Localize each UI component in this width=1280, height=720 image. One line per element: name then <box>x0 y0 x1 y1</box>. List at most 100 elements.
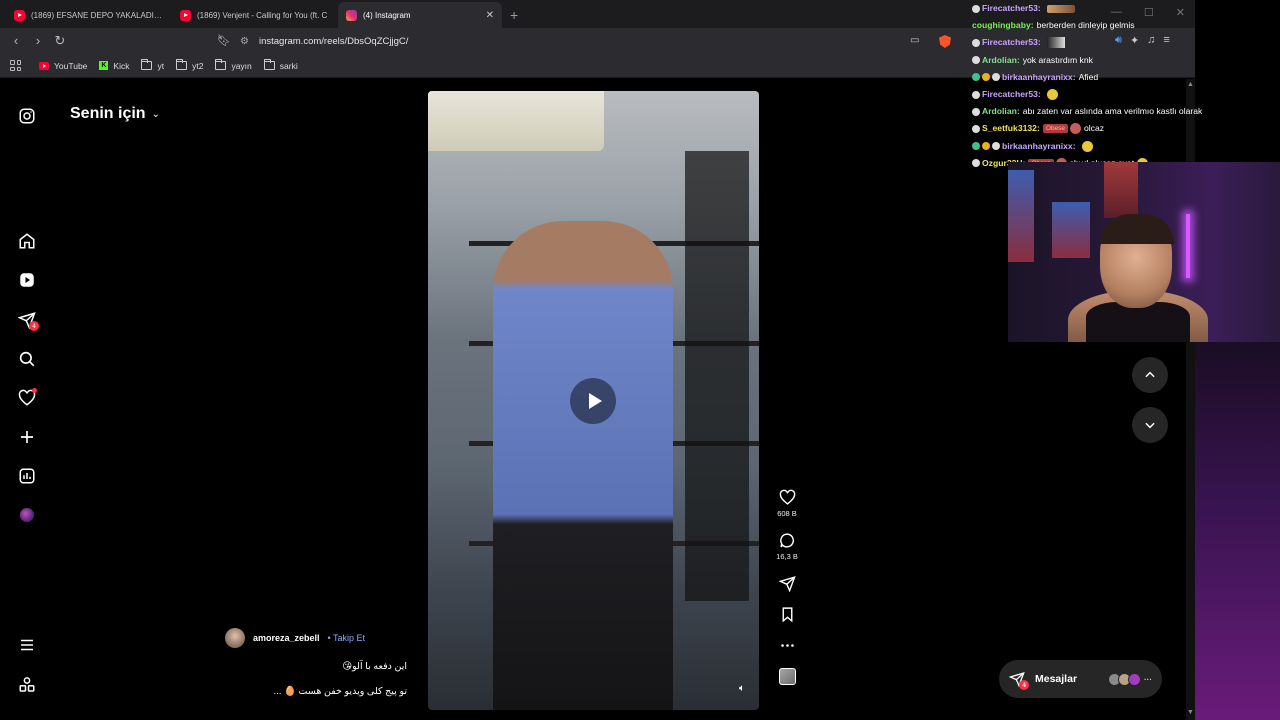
home-icon[interactable] <box>17 231 37 251</box>
chat-message: Ardolian: abı zaten var aslında ama veril… <box>972 103 1280 120</box>
folder-icon <box>215 59 227 70</box>
bookmark-icon <box>782 607 792 623</box>
chat-message: Ardolian: yok arastırdım knk <box>972 52 1280 69</box>
url-field[interactable]: ⚙︎ instagram.com/reels/DbsOqZCjjgC/ <box>240 31 960 51</box>
chevron-down-icon: ⌄ <box>151 108 160 120</box>
volume-icon[interactable]: 🔈︎ <box>739 683 745 694</box>
insights-icon[interactable] <box>17 466 37 486</box>
chat-message: S_eetfuk3132: Obese olcaz <box>972 120 1280 137</box>
close-tab-icon[interactable]: ✕ <box>486 10 494 21</box>
bookmark-kick[interactable]: K Kick <box>99 61 129 71</box>
tab-youtube-1[interactable]: (1869) EFSANE DEPO YAKALADIK / S <box>6 2 170 28</box>
emote-icon <box>1069 123 1081 135</box>
audio-thumbnail-image <box>778 668 796 685</box>
chevron-down-icon <box>1145 422 1155 429</box>
bookmark-youtube[interactable]: YouTube <box>39 61 87 71</box>
create-icon[interactable] <box>17 427 37 447</box>
follow-button[interactable]: • Takip Et <box>328 633 366 643</box>
messages-button[interactable]: 4 Mesajlar ··· <box>999 660 1162 698</box>
also-from-meta-icon[interactable] <box>17 675 37 695</box>
user-badge-icon <box>972 124 980 133</box>
user-badge-icon <box>972 159 980 168</box>
notification-badge: 4 <box>29 321 39 331</box>
post-author: amoreza_zebell • Takip Et <box>225 628 365 648</box>
folder-icon <box>141 59 153 70</box>
avatar[interactable] <box>225 628 245 648</box>
url-text: instagram.com/reels/DbsOqZCjjgC/ <box>258 35 409 47</box>
heart-icon <box>779 489 795 505</box>
chat-message: Firecatcher53: <box>972 0 1280 17</box>
instagram-logo-icon[interactable] <box>17 106 37 126</box>
tab-instagram[interactable]: (4) Instagram ✕ <box>338 2 502 28</box>
apps-grid-icon[interactable] <box>10 60 21 71</box>
feed-selector[interactable]: Senin için ⌄ <box>70 105 160 123</box>
user-badge-icon <box>972 56 980 65</box>
emote-icon <box>1046 89 1058 101</box>
user-badge-icon <box>982 73 990 82</box>
bookmark-icon[interactable]: 🔖︎ <box>217 34 231 47</box>
avatar <box>20 508 34 522</box>
username-link[interactable]: amoreza_zebell <box>253 633 320 643</box>
caption-line[interactable]: تو پیج کلی ویدیو خفن هست 🥚 ... <box>230 686 408 697</box>
user-badge-icon <box>972 4 980 13</box>
user-badge-icon <box>972 73 980 82</box>
forward-button[interactable]: › <box>28 33 48 49</box>
user-badge-icon <box>992 73 1000 82</box>
more-options-button[interactable] <box>772 637 802 654</box>
bookmark-folder-sarki[interactable]: sarki <box>263 59 298 71</box>
user-badge-icon <box>972 38 980 47</box>
save-button[interactable] <box>772 606 802 623</box>
comment-count: 16,3 B <box>776 552 798 561</box>
more-dots-icon <box>780 644 794 647</box>
notification-dot <box>32 388 37 393</box>
webcam-subject <box>1086 302 1190 342</box>
tab-title: (4) Instagram <box>363 10 411 20</box>
video-background <box>685 151 749 601</box>
tab-title: (1869) Venjent - Calling for You (ft. C <box>197 10 328 20</box>
bookmark-folder-yayin[interactable]: yayın <box>215 59 252 71</box>
play-icon[interactable] <box>570 378 616 424</box>
user-badge-icon <box>972 90 980 99</box>
reload-button[interactable]: ↻ <box>50 33 70 49</box>
chat-message: Firecatcher53: <box>972 34 1280 51</box>
previous-reel-button[interactable] <box>1132 357 1168 393</box>
avatar <box>1128 672 1141 686</box>
kick-icon: K <box>99 61 109 70</box>
stream-chat-overlay: Firecatcher53: coughingbaby: berberden di… <box>968 0 1280 169</box>
youtube-icon <box>39 61 49 70</box>
new-tab-button[interactable]: + <box>510 2 518 28</box>
like-button[interactable]: 608 B <box>772 489 802 518</box>
chat-message: coughingbaby: berberden dinleyip gelmis <box>972 20 1135 31</box>
comment-button[interactable]: 16,3 B <box>772 532 802 561</box>
reel-actions: 608 B 16,3 B <box>772 489 802 699</box>
scroll-down-icon[interactable]: ▼ <box>1187 709 1194 716</box>
user-badge-icon <box>972 107 980 116</box>
back-button[interactable]: ‹ <box>6 33 26 49</box>
youtube-icon <box>14 9 25 21</box>
more-menu-icon[interactable] <box>17 635 37 655</box>
reel-video[interactable]: 🔈︎ <box>428 91 759 710</box>
bookmark-folder-yt[interactable]: yt <box>141 59 164 71</box>
webcam-background <box>1104 162 1138 218</box>
reels-icon[interactable] <box>17 270 37 290</box>
webcam-background <box>1052 202 1090 258</box>
message-avatars: ··· <box>1108 672 1152 686</box>
audio-thumbnail[interactable] <box>772 668 802 685</box>
direct-messages-icon[interactable]: 4 <box>17 310 39 331</box>
site-info-icon[interactable]: ⚙︎ <box>240 36 249 47</box>
left-sidebar: 4 <box>0 79 54 720</box>
cast-icon[interactable]: ▭ <box>910 35 919 46</box>
user-badge-icon <box>972 142 980 151</box>
next-reel-button[interactable] <box>1132 407 1168 443</box>
tab-title: (1869) EFSANE DEPO YAKALADIK / S <box>31 10 162 20</box>
search-icon[interactable] <box>17 349 37 369</box>
user-badge-icon <box>982 142 990 151</box>
share-button[interactable] <box>772 575 802 592</box>
video-subject <box>493 221 673 710</box>
instagram-icon <box>346 9 357 21</box>
heart-notifications-icon[interactable] <box>17 388 37 408</box>
tab-youtube-2[interactable]: (1869) Venjent - Calling for You (ft. C <box>172 2 336 28</box>
chevron-up-icon <box>1145 371 1155 378</box>
bookmark-folder-yt2[interactable]: yt2 <box>176 59 203 71</box>
profile-avatar[interactable] <box>17 505 37 525</box>
